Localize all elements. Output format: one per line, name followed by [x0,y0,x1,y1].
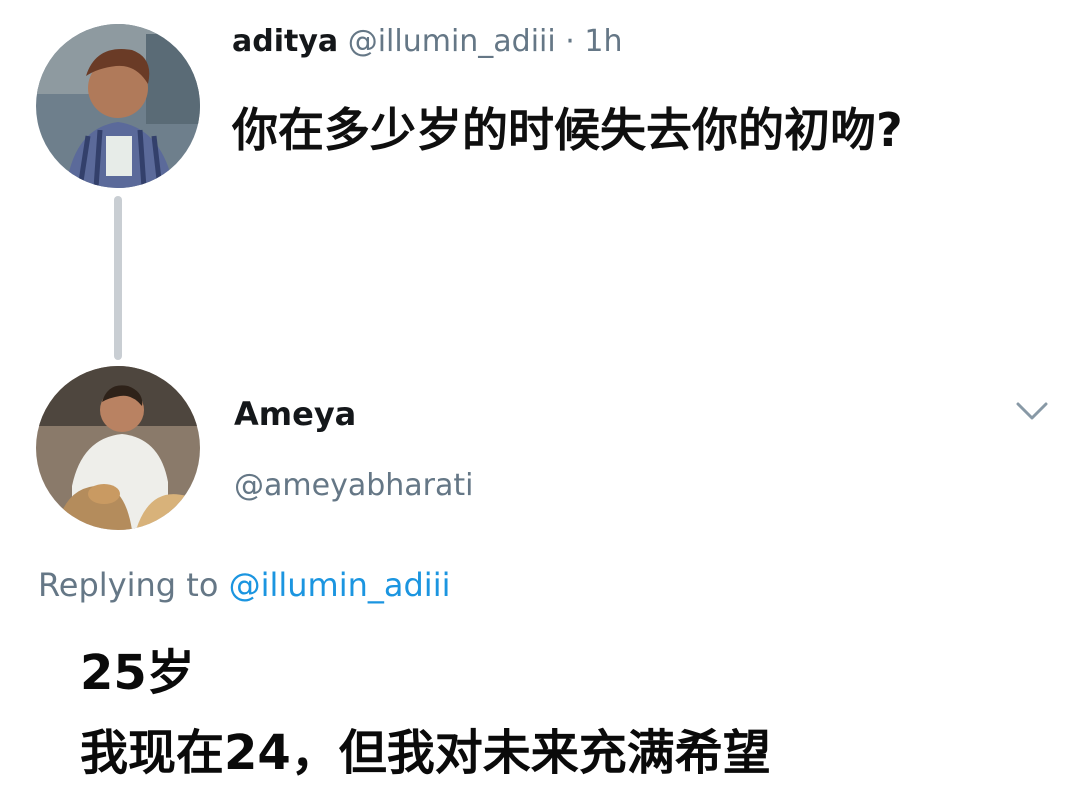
original-author-handle[interactable]: @illumin_adiii [348,24,556,59]
reply-text-line-2: 我现在24，但我对未来充满希望 [80,725,771,781]
replying-to-label: Replying to [38,566,219,604]
replying-to-handle-link[interactable]: @illumin_adiii [229,566,451,604]
original-author-name[interactable]: aditya [232,24,338,59]
avatar-aditya[interactable] [36,24,200,188]
reply-author-name[interactable]: Ameya [234,392,356,436]
thread-connector-line [114,196,122,360]
avatar-ameya[interactable] [36,366,200,530]
header-separator: · [565,24,575,59]
original-tweet-header: aditya @illumin_adiii · 1h [232,20,622,64]
avatar-aditya-image [36,24,200,188]
chevron-down-icon[interactable] [1012,394,1052,426]
avatar-ameya-image [36,366,200,530]
reply-text-line-1: 25岁 [80,645,195,701]
replying-to-line: Replying to @illumin_adiii [38,562,450,608]
original-tweet-text: 你在多少岁的时候失去你的初吻? [232,103,903,157]
reply-author-handle[interactable]: @ameyabharati [234,464,473,508]
tweet-timestamp[interactable]: 1h [584,24,622,59]
